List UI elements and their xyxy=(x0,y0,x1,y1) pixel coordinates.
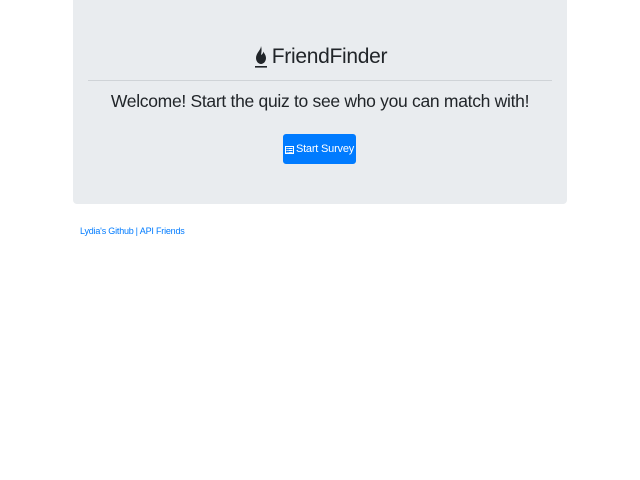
divider xyxy=(88,80,552,81)
fire-icon-graphic xyxy=(254,46,267,68)
github-link[interactable]: Lydia's Github xyxy=(80,226,134,236)
api-friends-link[interactable]: API Friends xyxy=(140,226,185,236)
fire-icon xyxy=(253,45,269,69)
welcome-text: Welcome! Start the quiz to see who you c… xyxy=(110,91,530,111)
brand-heading: FriendFinder xyxy=(73,42,567,72)
start-survey-button[interactable]: Start Survey xyxy=(283,134,356,164)
list-alt-icon xyxy=(284,145,294,154)
start-survey-label: Start Survey xyxy=(295,143,355,155)
brand-title: FriendFinder xyxy=(271,45,388,68)
footer-separator: | xyxy=(135,226,138,236)
jumbotron: FriendFinder Welcome! Start the quiz to … xyxy=(73,0,567,204)
page: FriendFinder Welcome! Start the quiz to … xyxy=(0,0,640,480)
footer: Lydia's Github | API Friends xyxy=(80,226,185,236)
